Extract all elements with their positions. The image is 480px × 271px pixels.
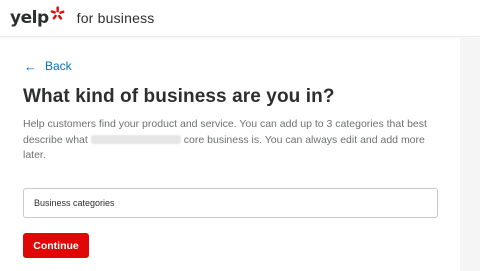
side-panel-edge [460,38,480,271]
page-title: What kind of business are you in? [23,86,335,107]
yelp-logo-text: yelp [10,7,49,28]
page-description: Help customers find your product and ser… [23,117,448,164]
yelp-burst-icon [50,6,65,26]
arrow-left-icon: ← [24,58,37,74]
business-categories-input[interactable] [23,188,438,218]
back-link[interactable]: ← Back [24,59,72,73]
yelp-logo[interactable]: yelp [10,6,65,28]
for-business-label: for business [76,10,155,26]
top-bar: yelp for business [0,0,480,37]
back-label: Back [45,59,72,73]
redacted-business-name [90,134,181,144]
continue-button[interactable]: Continue [23,233,89,258]
